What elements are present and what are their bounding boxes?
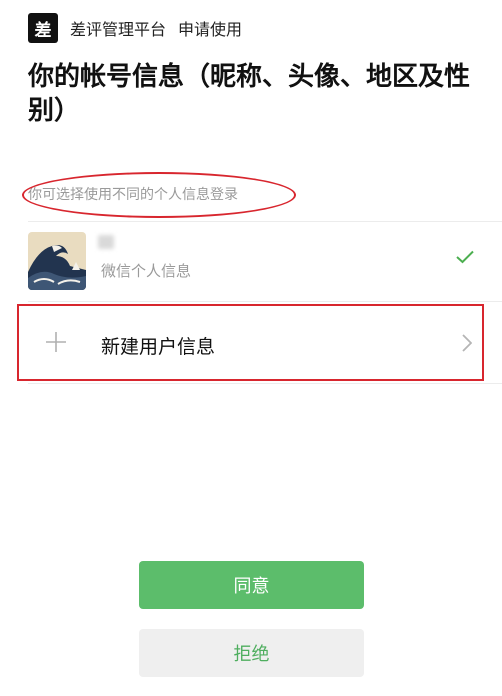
avatar (28, 232, 86, 290)
profile-option-label: 微信个人信息 (101, 262, 192, 280)
app-name: 差评管理平台 (70, 20, 167, 39)
app-logo: 差 (28, 13, 58, 43)
check-icon (456, 250, 474, 264)
divider (28, 383, 502, 384)
agree-button[interactable]: 同意 (139, 561, 364, 609)
page-title: 你的帐号信息（昵称、头像、地区及性别） (28, 62, 471, 126)
wechat-profile-option[interactable]: 微信个人信息 (28, 222, 502, 298)
app-header: 差 差评管理平台 申请使用 (28, 13, 242, 43)
annotation-box (17, 304, 484, 381)
annotation-ellipse (22, 172, 296, 218)
nickname-blurred (98, 235, 114, 249)
reject-button[interactable]: 拒绝 (139, 629, 364, 677)
request-label: 申请使用 (178, 20, 243, 39)
